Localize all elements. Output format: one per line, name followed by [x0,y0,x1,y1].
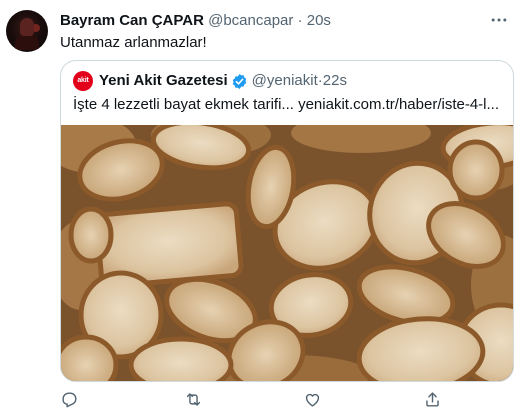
author-avatar[interactable] [6,10,48,52]
quoted-author-name[interactable]: Yeni Akit Gazetesi [99,71,228,91]
quoted-author-handle[interactable]: @yeniakit [252,71,318,91]
retweet-icon[interactable] [184,390,204,410]
tweet[interactable]: Bayram Can ÇAPAR @bcancapar · 20s Utanma… [0,0,525,415]
quoted-tweet-text: İşte 4 lezzetli bayat ekmek tarifi... ye… [73,96,499,113]
separator-dot: · [297,12,303,29]
share-icon[interactable] [423,390,443,410]
verified-badge-icon [231,73,248,90]
quoted-tweet-header: akit Yeni Akit Gazetesi @yeniakit · 22s [73,71,347,91]
tweet-text: Utanmaz arlanmazlar! [60,34,207,51]
more-options-icon[interactable] [489,10,511,30]
quoted-tweet-card[interactable]: akit Yeni Akit Gazetesi @yeniakit · 22s … [60,60,514,382]
quoted-tweet-timestamp[interactable]: 22s [323,71,347,91]
like-icon[interactable] [303,390,323,410]
stale-bread-photo[interactable] [61,125,514,382]
quoted-author-avatar[interactable]: akit [73,71,93,91]
tweet-timestamp[interactable]: 20s [307,12,331,29]
author-handle[interactable]: @bcancapar [208,12,293,29]
tweet-header: Bayram Can ÇAPAR @bcancapar · 20s [60,11,485,31]
reply-icon[interactable] [60,390,80,410]
author-name[interactable]: Bayram Can ÇAPAR [60,12,204,29]
tweet-actions-bar [60,390,514,412]
